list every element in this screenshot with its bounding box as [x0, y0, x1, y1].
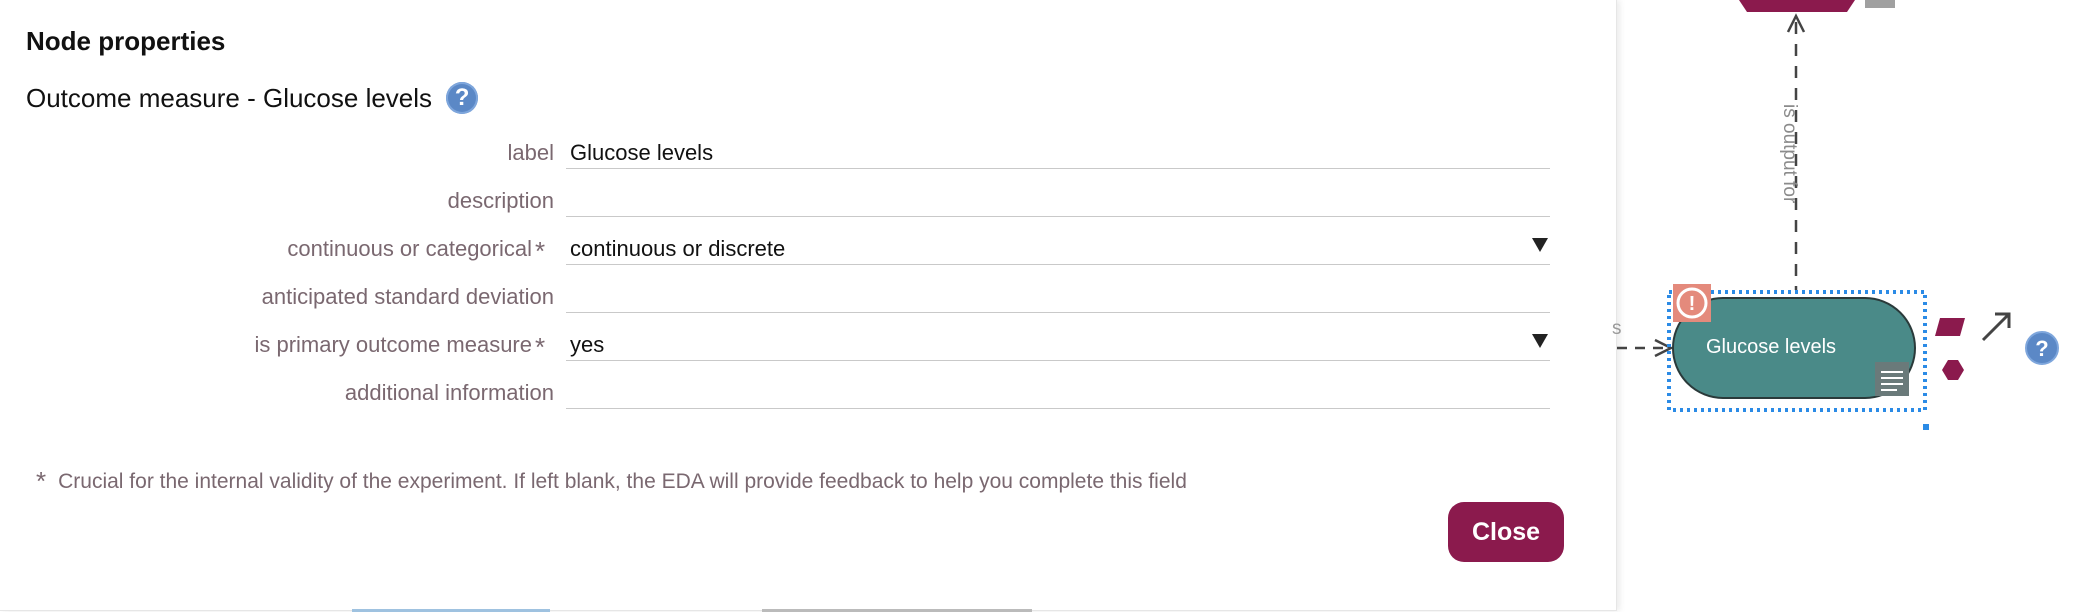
edge-label-partial: s [1612, 318, 1622, 339]
node-properties-panel: Node properties Outcome measure - Glucos… [0, 0, 1617, 611]
field-row-additional-information: additional information [0, 372, 1560, 420]
help-icon[interactable]: ? [446, 82, 479, 114]
edge-label: is output for [1779, 104, 1800, 204]
subtitle-row: Outcome measure - Glucose levels ? [26, 82, 479, 114]
resize-handle[interactable] [1923, 424, 1929, 430]
field-value: Glucose levels [570, 140, 714, 165]
help-icon-glyph: ? [2035, 336, 2048, 361]
description-input[interactable] [566, 180, 1550, 217]
field-label: additional information [344, 380, 554, 405]
add-parallelogram-icon[interactable] [1935, 318, 1965, 336]
diagram-canvas[interactable]: ! ? [1617, 0, 2090, 612]
required-footnote: * Crucial for the internal validity of t… [36, 466, 1187, 497]
field-row-standard-deviation: anticipated standard deviation [0, 276, 1560, 324]
footnote-text: Crucial for the internal validity of the… [58, 469, 1187, 493]
field-value: continuous or discrete [570, 236, 786, 261]
label-input[interactable]: Glucose levels [566, 132, 1550, 169]
field-label: continuous or categorical [287, 236, 532, 261]
required-asterisk: * [36, 466, 47, 496]
field-label: is primary outcome measure [254, 332, 532, 357]
standard-deviation-input[interactable] [566, 276, 1550, 313]
upstream-node[interactable] [1739, 0, 1855, 12]
primary-outcome-select[interactable]: yes [566, 324, 1550, 361]
add-hexagon-icon[interactable] [1942, 360, 1964, 380]
required-asterisk: * [535, 332, 546, 362]
continuous-or-categorical-select[interactable]: continuous or discrete [566, 228, 1550, 265]
upstream-node-badge [1865, 0, 1895, 8]
dropdown-caret-icon[interactable] [1532, 334, 1548, 348]
field-row-continuous-or-categorical: continuous or categorical * continuous o… [0, 228, 1560, 276]
field-row-description: description [0, 180, 1560, 228]
close-button[interactable]: Close [1448, 502, 1564, 562]
required-asterisk: * [535, 236, 546, 266]
warning-icon-glyph: ! [1689, 293, 1696, 315]
field-label: label [507, 140, 554, 165]
field-label: anticipated standard deviation [261, 284, 554, 309]
add-arrow-icon[interactable] [1981, 312, 2011, 342]
additional-information-input[interactable] [566, 372, 1550, 409]
dropdown-caret-icon[interactable] [1532, 238, 1548, 252]
field-value: yes [570, 332, 605, 357]
field-row-label: label Glucose levels [0, 132, 1560, 180]
node-subtitle: Outcome measure - Glucose levels [26, 82, 433, 113]
field-row-primary-outcome: is primary outcome measure * yes [0, 324, 1560, 372]
node-label: Glucose levels [1705, 336, 1837, 358]
panel-title: Node properties [26, 26, 226, 56]
field-label: description [447, 188, 554, 213]
